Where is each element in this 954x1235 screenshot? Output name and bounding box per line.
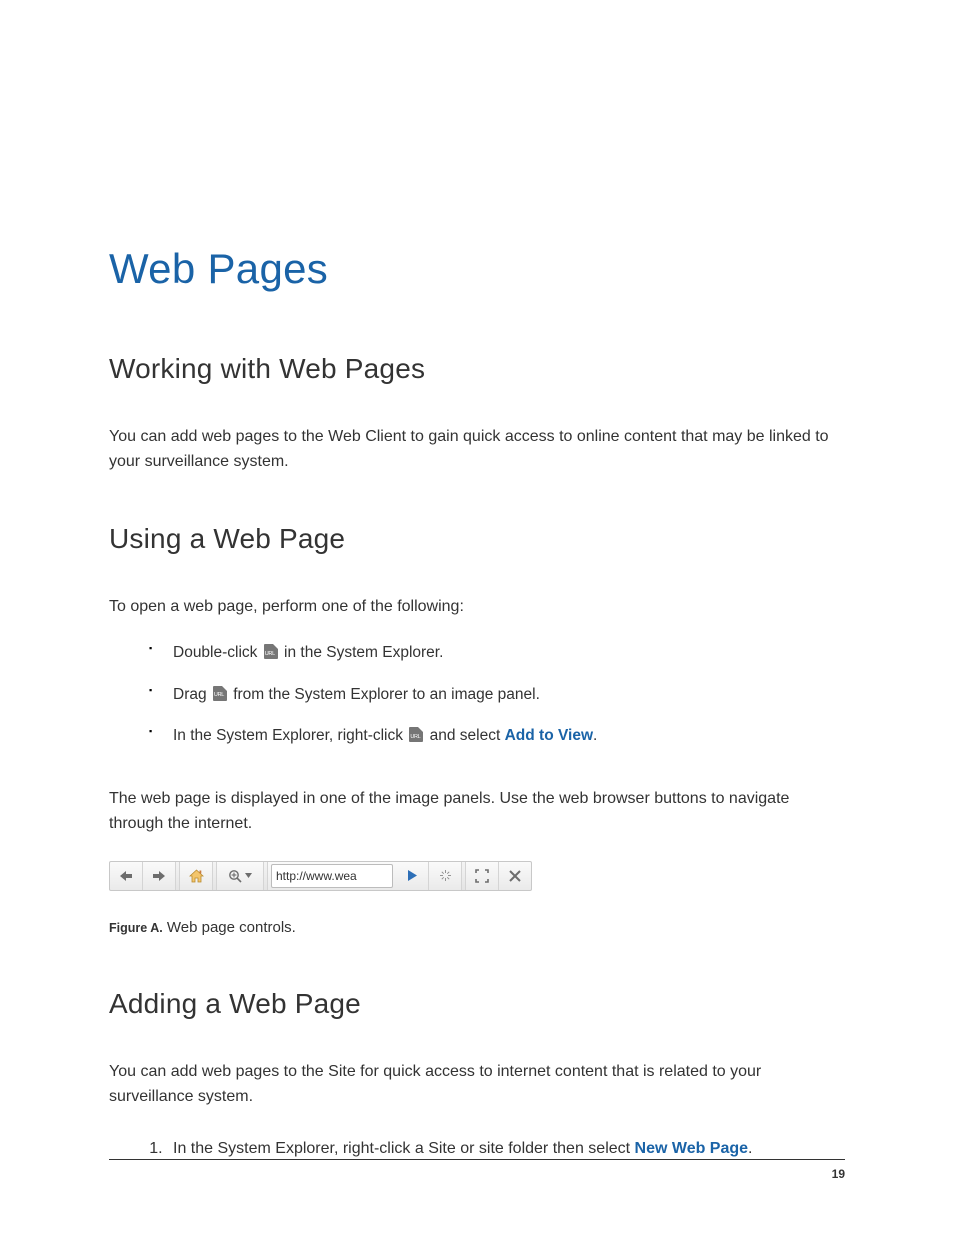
section-adding-para: You can add web pages to the Site for qu… <box>109 1020 845 1110</box>
footer-divider <box>109 1159 845 1160</box>
list-text: from the System Explorer to an image pan… <box>229 686 540 703</box>
list-text: Drag <box>173 686 211 703</box>
step-text: . <box>748 1140 752 1157</box>
webpage-icon <box>264 644 278 659</box>
section-working-heading: Working with Web Pages <box>109 293 845 385</box>
webpage-icon <box>213 686 227 701</box>
chevron-down-icon <box>245 873 252 878</box>
list-item: Double-click in the System Explorer. <box>149 641 845 664</box>
list-text: in the System Explorer. <box>280 644 444 661</box>
zoom-dropdown[interactable] <box>217 862 264 890</box>
fullscreen-button[interactable] <box>466 862 499 890</box>
list-item: In the System Explorer, right-click and … <box>149 724 845 747</box>
play-icon <box>407 869 418 882</box>
back-button[interactable] <box>110 862 143 890</box>
refresh-icon <box>438 868 453 883</box>
arrow-right-icon <box>152 870 166 882</box>
list-text: Double-click <box>173 644 262 661</box>
list-item: In the System Explorer, right-click a Si… <box>167 1137 845 1161</box>
close-button[interactable] <box>499 862 531 890</box>
ordered-steps: In the System Explorer, right-click a Si… <box>109 1109 845 1161</box>
page-number: 19 <box>832 1167 845 1181</box>
home-button[interactable] <box>180 862 213 890</box>
forward-button[interactable] <box>143 862 176 890</box>
instruction-list: Double-click in the System Explorer. Dra… <box>109 619 845 747</box>
toolbar-separator <box>264 862 268 890</box>
list-text: . <box>593 727 597 744</box>
new-web-page-link[interactable]: New Web Page <box>635 1140 749 1157</box>
fullscreen-icon <box>475 869 489 883</box>
page-title: Web Pages <box>109 0 845 293</box>
figure-label: Figure A. <box>109 921 163 935</box>
list-item: Drag from the System Explorer to an imag… <box>149 683 845 706</box>
section-adding-heading: Adding a Web Page <box>109 936 845 1020</box>
url-input[interactable]: http://www.wea <box>271 864 393 888</box>
webpage-icon <box>409 727 423 742</box>
document-page: Web Pages Working with Web Pages You can… <box>0 0 954 1235</box>
step-text: In the System Explorer, right-click a Si… <box>173 1140 635 1157</box>
close-icon <box>509 870 521 882</box>
toolbar-figure: http://www.wea <box>109 861 845 891</box>
figure-text: Web page controls. <box>163 919 296 936</box>
list-text: In the System Explorer, right-click <box>173 727 407 744</box>
section-using-after: The web page is displayed in one of the … <box>109 765 845 837</box>
section-using-intro: To open a web page, perform one of the f… <box>109 555 845 620</box>
home-icon <box>189 869 204 883</box>
arrow-left-icon <box>119 870 133 882</box>
magnifier-icon <box>228 869 242 883</box>
section-using-heading: Using a Web Page <box>109 475 845 555</box>
section-working-para: You can add web pages to the Web Client … <box>109 385 845 475</box>
refresh-button[interactable] <box>429 862 462 890</box>
go-button[interactable] <box>396 862 429 890</box>
add-to-view-link[interactable]: Add to View <box>505 727 593 744</box>
web-browser-toolbar: http://www.wea <box>109 861 532 891</box>
list-text: and select <box>425 727 504 744</box>
figure-caption: Figure A. Web page controls. <box>109 891 845 936</box>
